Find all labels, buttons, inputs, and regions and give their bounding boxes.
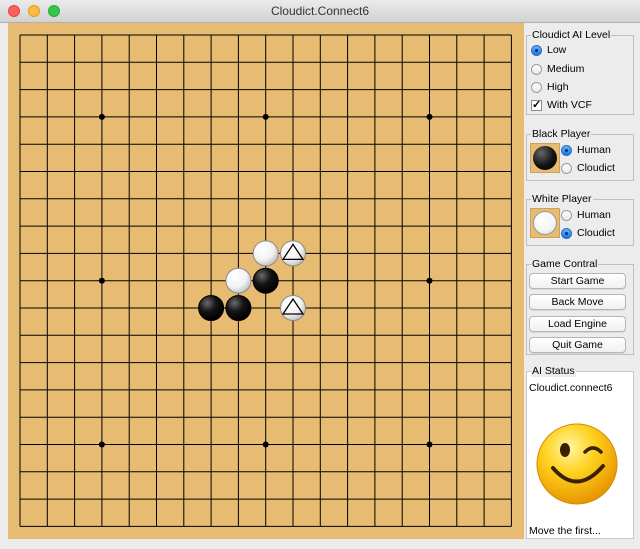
star-point bbox=[262, 113, 269, 120]
control-panel: Cloudict AI Level Low Medium High ✓ With… bbox=[525, 23, 640, 539]
white-cloudict-radio[interactable] bbox=[561, 227, 572, 239]
white-stone-icon bbox=[530, 208, 560, 238]
back-move-button[interactable]: Back Move bbox=[529, 294, 626, 310]
white-stone bbox=[252, 240, 279, 267]
black-stone-icon bbox=[530, 143, 560, 173]
black-cloudict-label: Cloudict bbox=[577, 162, 615, 174]
game-control-group: Game Contral Start Game Back Move Load E… bbox=[526, 258, 634, 355]
ai-level-low-label: Low bbox=[547, 44, 567, 56]
ai-level-low-option[interactable]: Low bbox=[531, 42, 566, 58]
game-control-title: Game Contral bbox=[531, 258, 599, 270]
vcf-checkbox[interactable]: ✓ bbox=[531, 99, 542, 111]
white-human-label: Human bbox=[577, 209, 611, 221]
black-cloudict-option[interactable]: Cloudict bbox=[561, 160, 615, 176]
star-point bbox=[98, 277, 105, 284]
black-stone bbox=[198, 295, 225, 321]
board-grid[interactable] bbox=[8, 23, 524, 539]
white-cloudict-label: Cloudict bbox=[577, 227, 615, 239]
white-stone bbox=[225, 267, 252, 294]
quit-game-button[interactable]: Quit Game bbox=[529, 337, 626, 353]
black-human-option[interactable]: Human bbox=[561, 142, 611, 158]
white-player-group: White Player Human Cloudict bbox=[526, 193, 634, 246]
ai-level-group: Cloudict AI Level Low Medium High ✓ With… bbox=[526, 29, 634, 115]
black-player-title: Black Player bbox=[531, 128, 592, 140]
star-point bbox=[98, 441, 105, 448]
ai-level-high-label: High bbox=[547, 81, 569, 93]
vcf-label: With VCF bbox=[547, 99, 592, 111]
game-board[interactable] bbox=[8, 23, 524, 539]
ai-level-high-option[interactable]: High bbox=[531, 79, 569, 95]
winking-smiley-icon bbox=[536, 423, 618, 505]
zoom-window-button[interactable] bbox=[48, 5, 60, 17]
ai-level-title: Cloudict AI Level bbox=[531, 29, 612, 41]
ai-level-high-radio[interactable] bbox=[531, 81, 542, 93]
minimize-window-button[interactable] bbox=[28, 5, 40, 17]
white-cloudict-option[interactable]: Cloudict bbox=[561, 225, 615, 241]
white-human-radio[interactable] bbox=[561, 209, 572, 221]
black-player-group: Black Player Human Cloudict bbox=[526, 128, 634, 181]
black-stone bbox=[225, 295, 252, 321]
ai-status-message: Move the first... bbox=[529, 525, 601, 537]
star-point bbox=[426, 277, 433, 284]
window-title: Cloudict.Connect6 bbox=[270, 4, 370, 18]
star-point bbox=[98, 113, 105, 120]
close-window-button[interactable] bbox=[8, 5, 20, 17]
star-point bbox=[426, 113, 433, 120]
ai-level-medium-option[interactable]: Medium bbox=[531, 61, 584, 77]
star-point bbox=[426, 441, 433, 448]
black-human-label: Human bbox=[577, 144, 611, 156]
ai-level-medium-radio[interactable] bbox=[531, 63, 542, 75]
ai-engine-name: Cloudict.connect6 bbox=[529, 382, 613, 394]
ai-level-medium-label: Medium bbox=[547, 63, 585, 75]
start-game-button[interactable]: Start Game bbox=[529, 273, 626, 289]
title-bar: Cloudict.Connect6 bbox=[0, 0, 640, 23]
white-player-title: White Player bbox=[531, 193, 593, 205]
black-cloudict-radio[interactable] bbox=[561, 162, 572, 174]
white-human-option[interactable]: Human bbox=[561, 207, 611, 223]
vcf-option[interactable]: ✓ With VCF bbox=[531, 97, 592, 113]
ai-status-title: AI Status bbox=[531, 365, 576, 377]
star-point bbox=[262, 441, 269, 448]
black-stone bbox=[252, 267, 279, 294]
ai-status-group: AI Status Cloudict.connect6 Move the fir… bbox=[526, 365, 634, 539]
load-engine-button[interactable]: Load Engine bbox=[529, 316, 626, 332]
black-human-radio[interactable] bbox=[561, 144, 572, 156]
ai-level-low-radio[interactable] bbox=[531, 44, 542, 56]
